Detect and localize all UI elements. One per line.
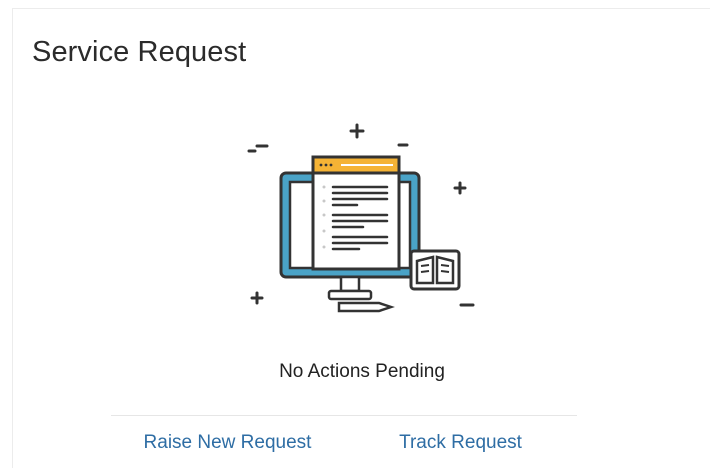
card-title: Service Request (32, 36, 247, 68)
action-bar: Raise New Request Track Request (111, 415, 577, 470)
track-request-link[interactable]: Track Request (344, 416, 577, 470)
status-text: No Actions Pending (279, 361, 445, 382)
computer-document-book-icon (247, 123, 475, 313)
service-request-card: Service Request No Actions Pending Raise… (12, 8, 710, 468)
raise-new-request-link[interactable]: Raise New Request (111, 416, 344, 470)
